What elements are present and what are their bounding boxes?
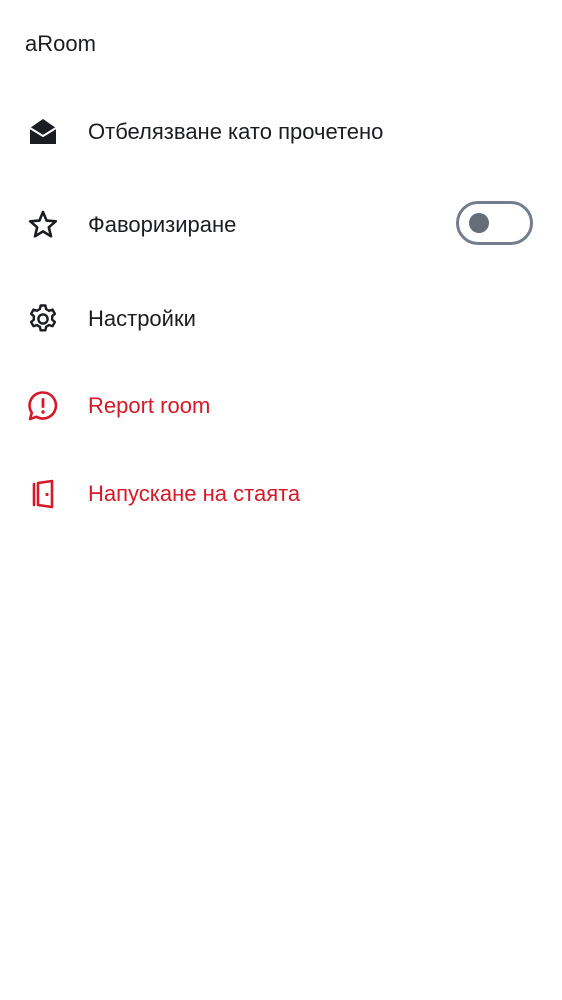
- menu-item-mark-read[interactable]: Отбелязване като прочетено: [0, 102, 562, 162]
- gear-icon: [26, 302, 60, 336]
- favourite-label: Фаворизиране: [88, 212, 237, 237]
- menu-item-favourite[interactable]: Фаворизиране: [0, 195, 562, 255]
- room-title: aRoom: [25, 31, 96, 56]
- menu-item-settings[interactable]: Настройки: [0, 289, 562, 349]
- mark-read-label: Отбелязване като прочетено: [88, 119, 384, 144]
- star-icon: [26, 208, 60, 242]
- leave-room-label: Напускане на стаята: [88, 481, 301, 506]
- settings-label: Настройки: [88, 306, 196, 331]
- toggle-knob: [469, 213, 489, 233]
- room-options-sheet: aRoom Отбелязване като прочетено Фавориз…: [0, 0, 562, 1000]
- report-room-label: Report room: [88, 393, 211, 418]
- menu-item-leave-room[interactable]: Напускане на стаята: [0, 464, 562, 524]
- favourite-toggle[interactable]: [456, 201, 533, 245]
- leave-door-icon: [26, 477, 60, 511]
- envelope-open-icon: [26, 115, 60, 149]
- menu-item-report-room[interactable]: Report room: [0, 376, 562, 436]
- report-chat-icon: [26, 389, 60, 423]
